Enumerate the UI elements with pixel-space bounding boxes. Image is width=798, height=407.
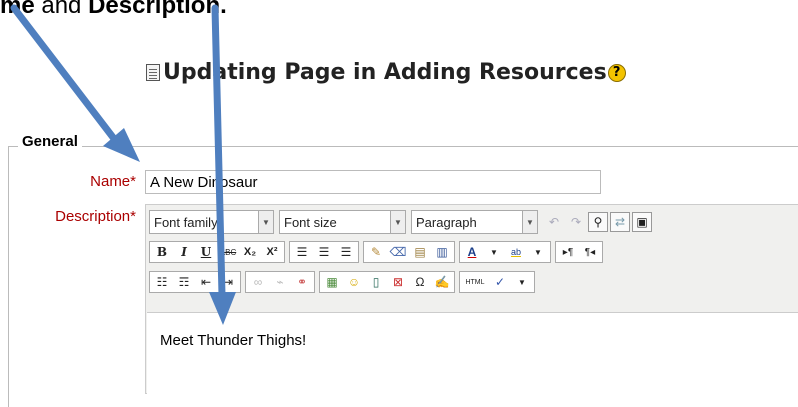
annotation-arrows — [10, 4, 236, 325]
arrow-to-description — [209, 4, 236, 325]
arrow-to-name — [10, 4, 140, 162]
